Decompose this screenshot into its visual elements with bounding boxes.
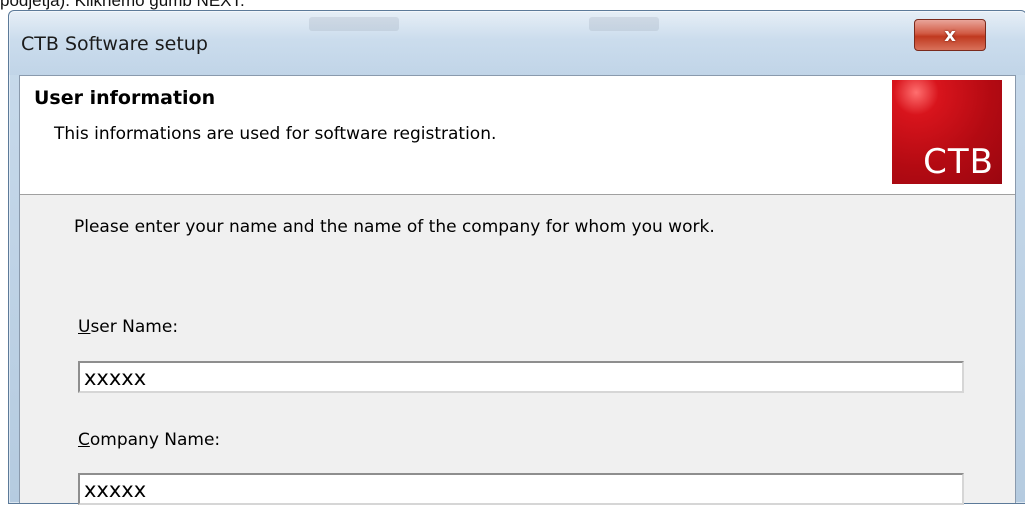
setup-dialog: CTB Software setup x User information Th… <box>8 10 1025 505</box>
dialog-client-area: User information This informations are u… <box>19 75 1016 505</box>
user-name-label-text: ser Name: <box>90 317 179 337</box>
window-title: CTB Software setup <box>21 33 208 55</box>
company-name-label-text: ompany Name: <box>89 430 221 450</box>
title-bar: CTB Software setup x <box>9 11 1025 75</box>
company-name-input[interactable]: xxxxx <box>78 473 964 505</box>
ctb-logo: CTB <box>892 80 1002 184</box>
close-button[interactable]: x <box>914 19 986 51</box>
instructions-text: Please enter your name and the name of t… <box>74 217 715 237</box>
close-icon: x <box>944 24 956 46</box>
user-name-mnemonic: U <box>78 317 91 337</box>
page-title: User information <box>34 87 216 109</box>
company-name-label: Company Name: <box>78 430 220 450</box>
header-panel: User information This informations are u… <box>20 76 1015 195</box>
user-name-input[interactable]: xxxxx <box>78 361 964 393</box>
page-subtitle: This informations are used for software … <box>54 124 497 144</box>
company-name-mnemonic: C <box>78 430 90 450</box>
logo-text: CTB <box>923 142 994 182</box>
background-blur <box>589 17 659 31</box>
background-blur <box>309 17 399 31</box>
user-name-label: User Name: <box>78 317 178 337</box>
